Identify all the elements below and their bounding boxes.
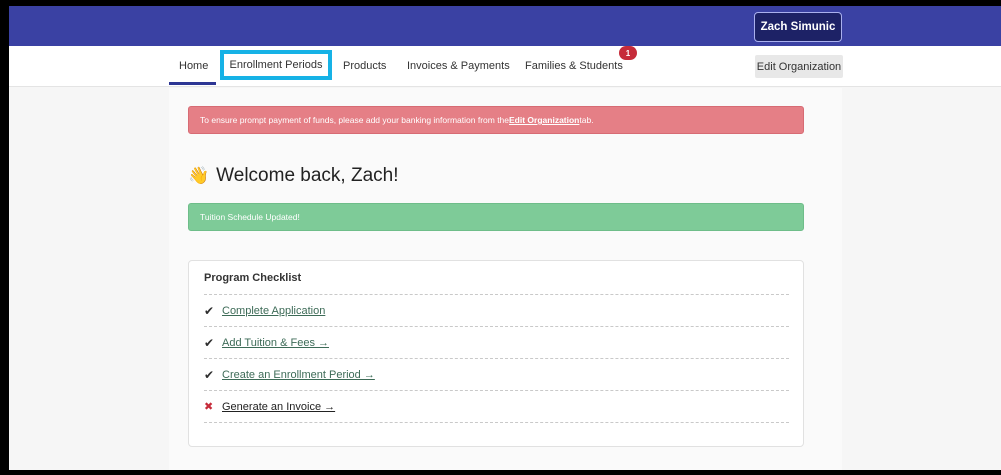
generate-invoice-link[interactable]: Generate an Invoice → xyxy=(222,401,335,413)
card-title: Program Checklist xyxy=(204,272,302,284)
nav-tab-families-students[interactable]: Families & Students xyxy=(525,55,623,77)
notification-badge: 1 xyxy=(619,46,637,60)
cross-icon: ✖ xyxy=(204,401,214,413)
welcome-heading: 👋 Welcome back, Zach! xyxy=(188,162,399,190)
nav-tab-products[interactable]: Products xyxy=(343,55,386,77)
welcome-text: Welcome back, Zach! xyxy=(216,165,399,186)
edit-organization-button[interactable]: Edit Organization xyxy=(755,55,843,78)
complete-application-link[interactable]: Complete Application xyxy=(222,305,325,317)
nav-tab-invoices-payments[interactable]: Invoices & Payments xyxy=(407,55,510,77)
nav-tab-enrollment-periods[interactable]: Enrollment Periods xyxy=(220,50,332,80)
checkmark-icon: ✔ xyxy=(204,335,215,350)
checklist-item: ✔ Complete Application xyxy=(204,294,789,326)
divider xyxy=(204,422,789,423)
create-enrollment-period-link[interactable]: Create an Enrollment Period → xyxy=(222,369,375,381)
checklist-item: ✔ Create an Enrollment Period → xyxy=(204,358,789,390)
add-tuition-fees-link[interactable]: Add Tuition & Fees → xyxy=(222,337,329,349)
top-header-bar: Zach Simunic xyxy=(9,6,1001,46)
nav-tab-home[interactable]: Home xyxy=(179,55,208,77)
edit-organization-link[interactable]: Edit Organization xyxy=(509,115,579,125)
user-menu-button[interactable]: Zach Simunic xyxy=(754,12,842,42)
active-tab-indicator xyxy=(169,82,216,85)
main-nav: Home Enrollment Periods Products Invoice… xyxy=(9,46,1001,87)
waving-hand-icon: 👋 xyxy=(188,166,210,185)
checkmark-icon: ✔ xyxy=(204,367,215,382)
success-alert: Tuition Schedule Updated! xyxy=(188,203,804,231)
program-checklist-card: Program Checklist ✔ Complete Application… xyxy=(188,260,804,447)
banking-info-alert: To ensure prompt payment of funds, pleas… xyxy=(188,106,804,134)
checkmark-icon: ✔ xyxy=(204,303,215,318)
checklist-item: ✔ Add Tuition & Fees → xyxy=(204,326,789,358)
alert-text-post: tab. xyxy=(579,115,594,125)
checklist-item: ✖ Generate an Invoice → xyxy=(204,390,789,422)
alert-text-pre: To ensure prompt payment of funds, pleas… xyxy=(200,115,510,125)
